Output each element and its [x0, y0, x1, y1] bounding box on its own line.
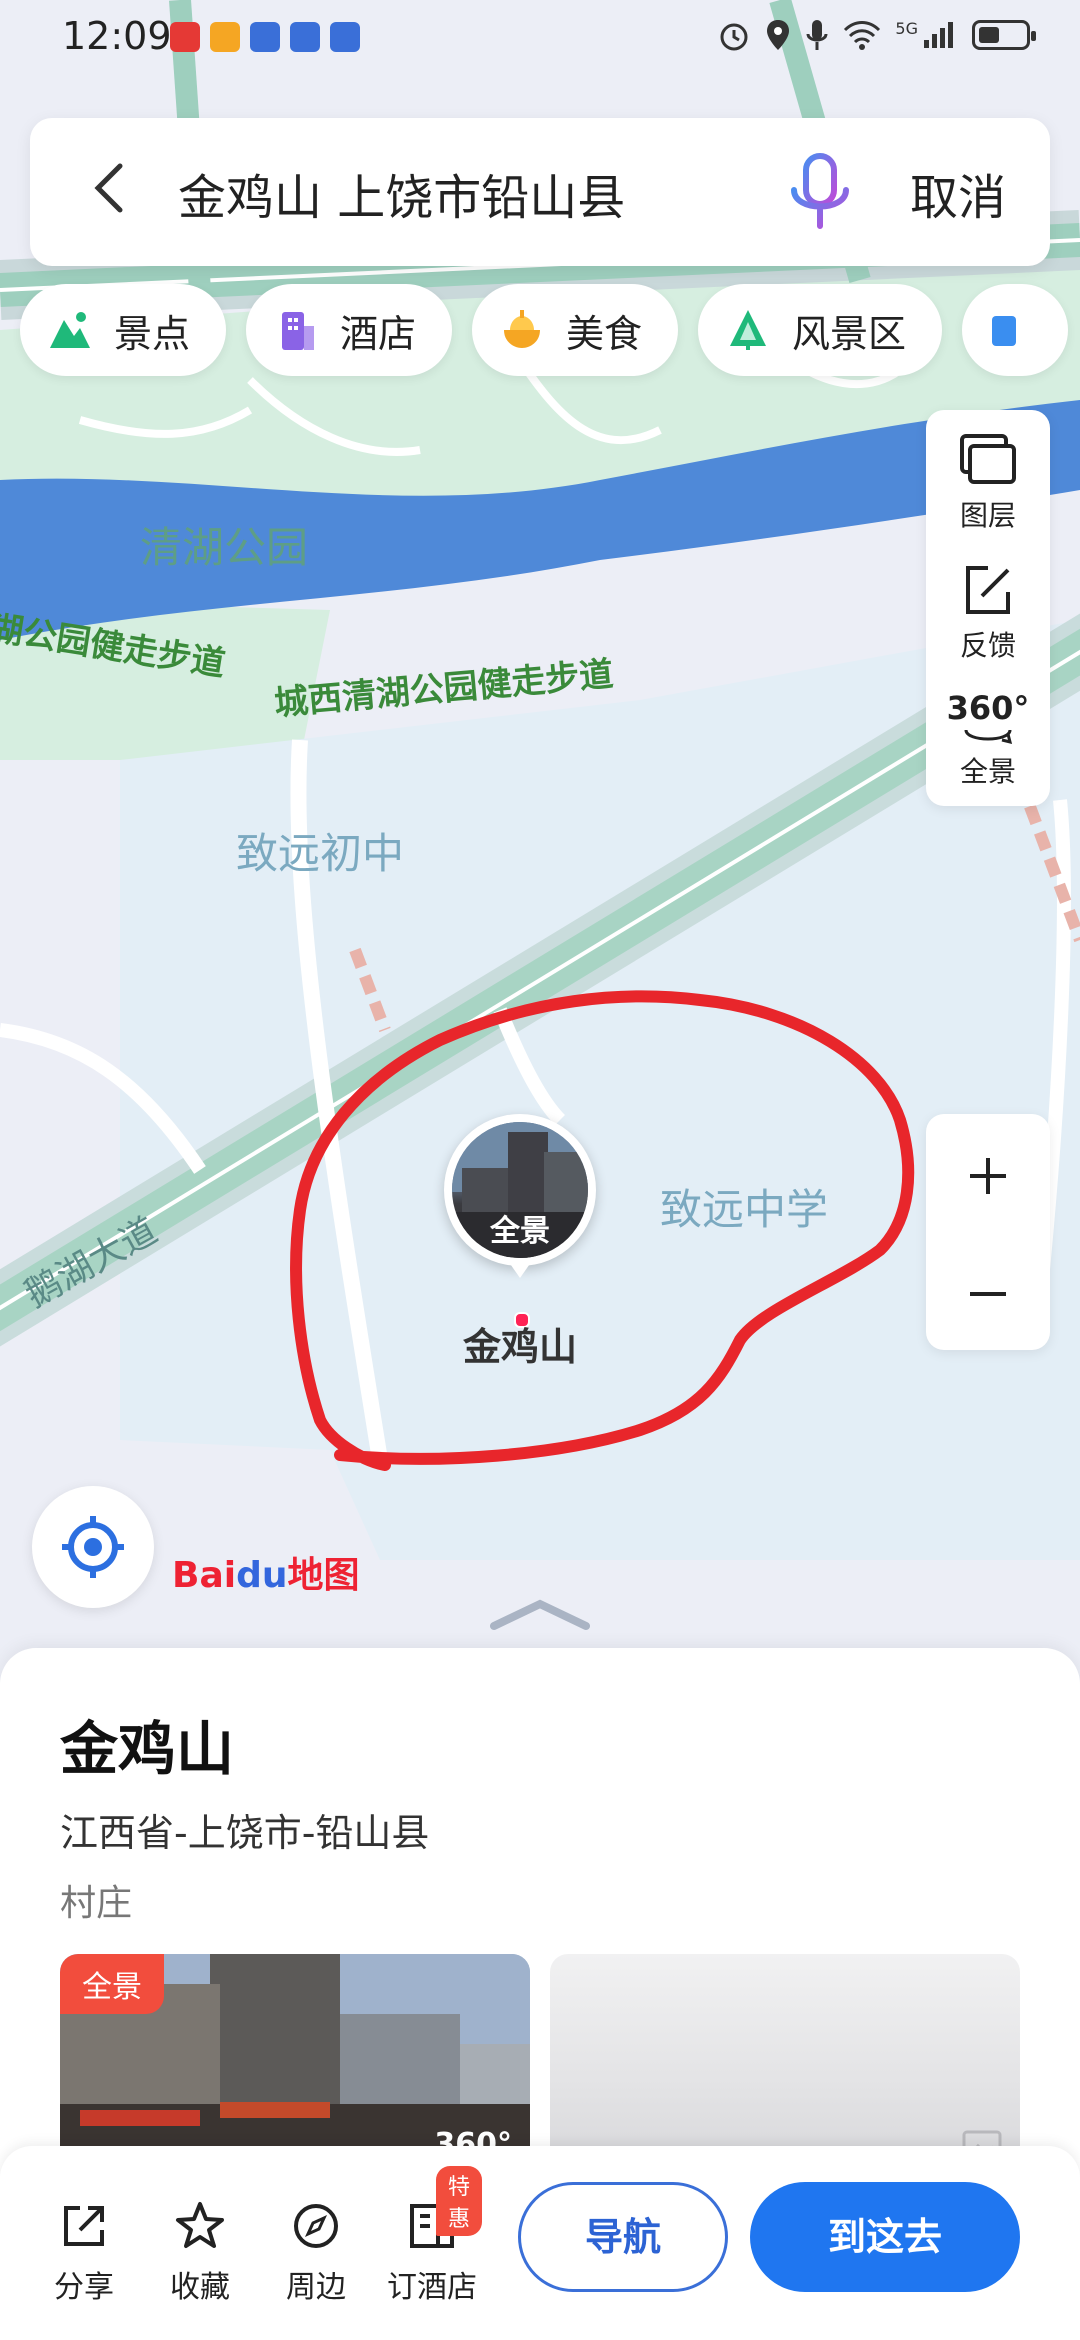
place-category: 村庄	[60, 1883, 133, 1924]
navigate-button[interactable]: 导航	[518, 2182, 728, 2292]
chip-hotels[interactable]: 酒店	[246, 284, 453, 376]
panorama-tag: 全景	[60, 1954, 164, 2014]
status-time: 12:09	[62, 14, 172, 58]
baidu-map-logo: Baidu地图	[172, 1546, 360, 1598]
star-icon	[176, 2202, 224, 2248]
minus-icon	[970, 1292, 1006, 1297]
chip-label: 酒店	[340, 311, 417, 356]
battery-icon	[972, 20, 1036, 50]
microphone-icon	[806, 20, 828, 50]
rotate-arrow-icon	[964, 729, 1013, 745]
wifi-icon	[844, 21, 881, 50]
panorama-360-icon: 360°	[946, 689, 1030, 727]
chip-scenic-area[interactable]: 风景区	[698, 284, 943, 376]
category-chips: 景点 酒店 美食 风景区	[20, 284, 1069, 380]
notification-icons	[170, 22, 360, 52]
status-bar: 12:09 5G	[0, 0, 1080, 80]
zoom-in-button[interactable]	[926, 1114, 1050, 1232]
map-label-school-1: 致远初中	[236, 829, 405, 878]
action-bar: 分享 收藏 周边 特惠 订酒店 导航 到这去	[0, 2146, 1080, 2340]
building-icon	[282, 312, 315, 350]
compass-icon	[294, 2204, 338, 2248]
layers-button[interactable]: 图层	[926, 432, 1050, 534]
feedback-label: 反馈	[959, 629, 1016, 662]
share-label: 分享	[54, 2270, 114, 2305]
nearby-label: 周边	[286, 2270, 346, 2305]
location-icon	[767, 20, 790, 50]
feedback-button[interactable]: 反馈	[926, 562, 1050, 664]
panorama-marker[interactable]: 全景	[444, 1114, 596, 1278]
crosshair-icon	[62, 1516, 124, 1578]
go-here-button[interactable]: 到这去	[750, 2182, 1020, 2292]
scenic-tree-icon	[730, 310, 767, 350]
my-location-button[interactable]	[32, 1486, 154, 1608]
cancel-button[interactable]: 取消	[910, 158, 1006, 228]
share-icon	[64, 2206, 104, 2246]
mountain-icon	[50, 312, 90, 348]
marker-name[interactable]: 金鸡山	[440, 1316, 600, 1371]
voice-search-button[interactable]	[780, 148, 860, 238]
zoom-controls	[926, 1114, 1050, 1350]
chip-label: 景点	[114, 311, 191, 356]
baidu-paw-icon	[290, 22, 320, 52]
logo-text: 地图	[287, 1555, 360, 1596]
nearby-button[interactable]: 周边	[266, 2198, 366, 2306]
chevron-left-icon	[94, 163, 123, 213]
baidu-paw-icon	[250, 22, 280, 52]
book-hotel-button[interactable]: 特惠 订酒店	[382, 2166, 482, 2306]
more-category-icon	[992, 316, 1017, 346]
toutiao-icon	[170, 22, 200, 52]
signal-icon	[924, 22, 953, 48]
back-button[interactable]	[90, 160, 140, 220]
alarm-icon	[720, 23, 748, 51]
favorite-button[interactable]: 收藏	[150, 2198, 250, 2306]
logo-text: du	[236, 1555, 288, 1596]
photo-placeholder[interactable]	[550, 1954, 1020, 2174]
app-notification-icon	[210, 22, 240, 52]
layers-label: 图层	[959, 499, 1016, 532]
map-label-park: 清湖公园	[140, 523, 309, 572]
panorama-button[interactable]: 360° 全景	[926, 690, 1050, 790]
share-button[interactable]: 分享	[34, 2198, 134, 2306]
chip-label: 风景区	[792, 311, 907, 356]
edit-feedback-icon	[966, 566, 1010, 614]
chip-food[interactable]: 美食	[472, 284, 679, 376]
place-title: 金鸡山	[60, 1715, 235, 1783]
expand-chevron-icon[interactable]	[488, 1594, 592, 1634]
map-label-school-2: 致远中学	[660, 1185, 829, 1234]
place-address: 江西省-上饶市-铅山县	[60, 1811, 430, 1855]
chip-label: 美食	[566, 311, 643, 356]
panorama-badge: 全景	[490, 1214, 550, 1249]
favorite-label: 收藏	[170, 2270, 230, 2305]
chip-scenic-spots[interactable]: 景点	[20, 284, 227, 376]
discount-tag: 特惠	[436, 2166, 482, 2236]
chip-more[interactable]	[962, 284, 1069, 376]
search-query[interactable]: 金鸡山 上饶市铅山县	[178, 158, 625, 228]
zoom-out-button[interactable]	[926, 1232, 1050, 1350]
network-type: 5G	[895, 18, 918, 38]
plus-icon	[970, 1158, 1006, 1195]
layers-icon	[960, 434, 1016, 484]
hotel-label: 订酒店	[387, 2270, 477, 2305]
panorama-label: 全景	[959, 755, 1016, 788]
panorama-photo-thumbnail[interactable]: 全景 360°	[60, 1954, 530, 2174]
logo-text: Bai	[172, 1555, 237, 1596]
voice-mic-icon	[791, 153, 849, 229]
map-tools-panel: 图层 反馈 360° 全景	[926, 410, 1050, 806]
search-bar: 金鸡山 上饶市铅山县 取消	[30, 118, 1050, 266]
baidu-paw-icon	[330, 22, 360, 52]
food-bowl-icon	[504, 310, 541, 348]
